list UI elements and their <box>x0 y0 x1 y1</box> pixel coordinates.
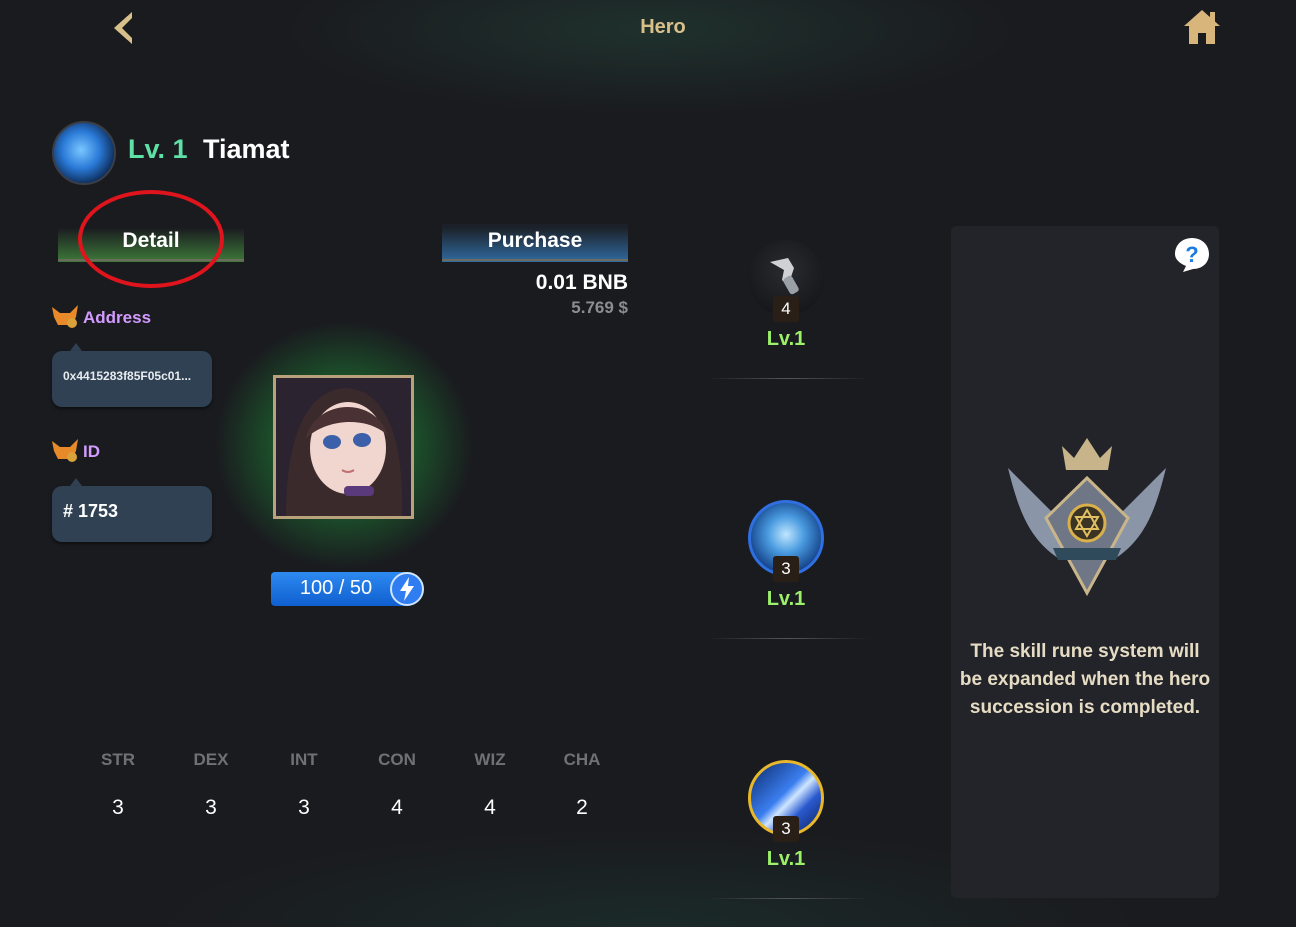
home-button[interactable] <box>1180 6 1224 48</box>
fox-gear-icon <box>52 439 78 462</box>
stat-name: DEX <box>193 750 229 769</box>
stat-value: 4 <box>484 796 496 819</box>
id-box: # 1753 <box>52 486 212 542</box>
energy-lightning-icon[interactable] <box>390 572 424 606</box>
stat-str: STR 3 <box>78 750 158 820</box>
skill-slot-2[interactable]: 3 Lv.1 <box>746 500 826 611</box>
hero-class-avatar <box>52 121 116 185</box>
page-title: Hero <box>640 16 686 38</box>
skill-count: 3 <box>773 556 799 582</box>
stat-dex: DEX 3 <box>171 750 251 820</box>
price-bnb: 0.01 BNB <box>535 271 628 294</box>
dagger-icon: 4 <box>748 240 824 322</box>
stat-con: CON 4 <box>357 750 437 820</box>
skill-count: 4 <box>773 296 799 322</box>
skill-level: Lv.1 <box>766 848 806 870</box>
stat-name: STR <box>101 750 135 769</box>
svg-text:?: ? <box>1185 242 1198 267</box>
red-circle-annotation <box>78 190 224 288</box>
address-label: Address <box>83 308 152 327</box>
fox-gear-icon <box>52 305 78 328</box>
stat-cha: CHA 2 <box>542 750 622 820</box>
stat-wiz: WIZ 4 <box>450 750 530 820</box>
stat-value: 4 <box>391 796 403 819</box>
help-button[interactable]: ? <box>1173 236 1211 274</box>
back-button[interactable] <box>104 8 144 48</box>
hero-name: Tiamat <box>203 134 290 164</box>
divider <box>706 638 870 639</box>
energy-text: 100 / 50 <box>299 577 373 599</box>
price-usd: 5.769 $ <box>571 298 628 317</box>
skill-level: Lv.1 <box>766 328 806 350</box>
help-question-icon: ? <box>1175 238 1209 272</box>
stat-value: 3 <box>205 796 217 819</box>
address-box[interactable]: 0x4415283f85F05c01... <box>52 351 212 407</box>
tab-purchase[interactable]: Purchase <box>442 224 628 262</box>
id-value: # 1753 <box>63 501 119 521</box>
id-label: ID <box>83 442 100 461</box>
skill-count: 3 <box>773 816 799 842</box>
divider <box>706 378 870 379</box>
home-icon <box>1184 10 1220 44</box>
stat-value: 2 <box>576 796 588 819</box>
hero-level: Lv. 1 <box>128 134 188 164</box>
skill-level: Lv.1 <box>766 588 806 610</box>
stat-value: 3 <box>298 796 310 819</box>
stat-int: INT 3 <box>264 750 344 820</box>
rune-message: The skill rune system will be expanded w… <box>959 641 1211 718</box>
back-arrow-icon <box>114 12 132 44</box>
divider <box>706 898 870 899</box>
water-orb-icon: 3 <box>748 500 824 582</box>
stat-name: CHA <box>563 750 601 769</box>
tab-purchase-underline <box>442 259 628 261</box>
rune-emblem-icon <box>1008 438 1166 597</box>
stat-name: WIZ <box>474 750 506 769</box>
id-bubble-tip <box>70 478 82 486</box>
skill-slot-1[interactable]: 4 Lv.1 <box>746 240 826 351</box>
skill-slot-3[interactable]: 3 Lv.1 <box>746 760 826 871</box>
stat-name: CON <box>378 750 416 769</box>
hero-portrait <box>273 375 414 519</box>
address-bubble-tip <box>70 343 82 351</box>
address-value: 0x4415283f85F05c01... <box>63 369 192 383</box>
slash-icon: 3 <box>748 760 824 842</box>
stat-name: INT <box>290 750 318 769</box>
stat-value: 3 <box>112 796 124 819</box>
